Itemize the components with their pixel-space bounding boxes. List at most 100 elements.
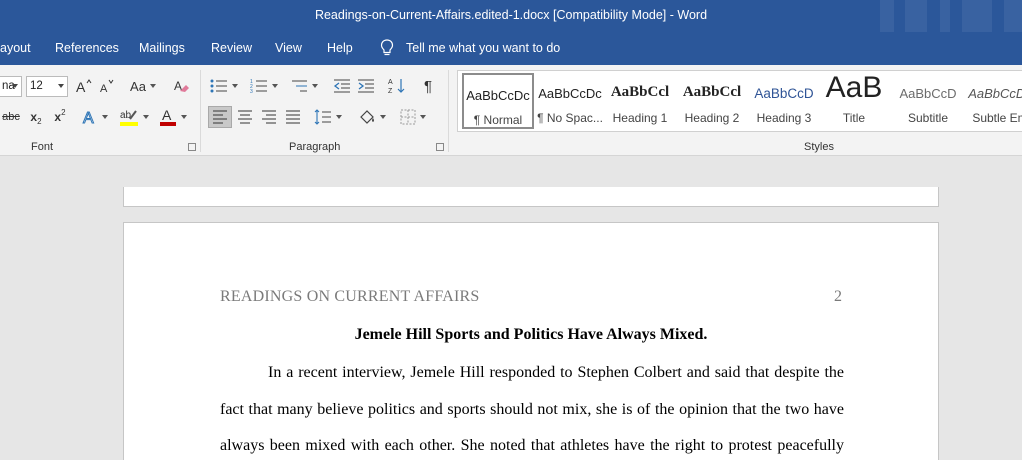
style-name: Heading 3 [756,111,812,125]
group-divider [200,70,201,152]
font-dialog-launcher-icon[interactable] [188,143,196,151]
style-sample: AaBbCcDc [968,86,1022,101]
style-heading-2[interactable]: AaBbCcl Heading 2 [676,73,748,129]
clear-formatting-button[interactable]: A [170,75,192,97]
window-title: Readings-on-Current-Affairs.edited-1.doc… [314,8,708,22]
tab-view[interactable]: View [275,41,302,55]
superscript-button[interactable]: x2 [50,106,70,128]
style-name: ¶ Normal [473,113,523,127]
document-title: Jemele Hill Sports and Politics Have Alw… [354,326,708,343]
numbering-button[interactable]: 123 [248,75,280,97]
shrink-font-button[interactable]: A [98,75,116,97]
styles-group-label: Styles [804,141,834,153]
chevron-down-icon [181,115,187,119]
font-size-value: 12 [30,80,43,92]
tell-me-search[interactable]: Tell me what you want to do [380,39,560,57]
ribbon-tabs: ayout References Mailings Review View He… [0,32,1022,65]
style-normal[interactable]: AaBbCcDc ¶ Normal [462,73,534,129]
sort-icon: AZ [388,79,405,95]
page-number: 2 [834,288,842,305]
font-color-button[interactable]: A [156,106,190,128]
document-page[interactable]: READINGS ON CURRENT AFFAIRS 2 Jemele Hil… [123,222,939,460]
svg-text:A: A [162,107,172,123]
justify-icon [286,110,300,124]
style-sample: AaBbCcl [682,84,742,100]
highlighter-icon: ab [120,110,138,126]
tab-review[interactable]: Review [211,41,252,55]
decrease-indent-icon [333,79,350,93]
align-right-button[interactable] [258,106,280,128]
svg-text:3: 3 [250,89,253,94]
align-left-icon [213,110,227,124]
tab-help[interactable]: Help [327,41,353,55]
style-name: Heading 1 [612,111,668,125]
highlight-color-button[interactable]: ab [116,106,152,128]
font-name-dropdown[interactable]: na [0,76,22,97]
paragraph-group-label: Paragraph [289,141,341,153]
align-left-button[interactable] [208,106,232,128]
pilcrow-icon: ¶ [423,77,433,95]
paragraph-line: In a recent interview, Jemele Hill respo… [268,364,844,381]
justify-button[interactable] [282,106,304,128]
grow-font-button[interactable]: A [74,75,94,97]
svg-text:A: A [76,79,86,94]
decrease-indent-button[interactable] [332,75,352,97]
text-effects-button[interactable]: A [80,106,110,128]
lightbulb-icon [380,39,394,56]
style-no-spacing[interactable]: AaBbCcDc ¶ No Spac... [534,73,606,129]
borders-icon [400,109,416,125]
numbered-list-icon: 123 [250,79,267,94]
style-subtle-emphasis[interactable]: AaBbCcDc Subtle Em [964,73,1022,129]
style-heading-3[interactable]: AaBbCcD Heading 3 [748,73,820,129]
svg-text:A: A [388,79,393,86]
align-center-button[interactable] [234,106,256,128]
chevron-down-icon [232,84,238,88]
tab-layout[interactable]: ayout [0,41,31,55]
style-title[interactable]: AaB Title [818,71,890,129]
font-size-dropdown[interactable]: 12 [26,76,68,97]
chevron-down-icon [272,84,278,88]
paragraph-line: fact that many believe politics and spor… [220,401,844,418]
title-bar: Readings-on-Current-Affairs.edited-1.doc… [0,0,1022,32]
chevron-down-icon [102,115,108,119]
change-case-button[interactable]: Aa [126,75,160,97]
paragraph-dialog-launcher-icon[interactable] [436,143,444,151]
style-sample: AaBbCcD [899,86,957,101]
bullet-list-icon [210,79,227,93]
group-divider [448,70,449,152]
superscript-mark: 2 [61,107,66,117]
subscript-button[interactable]: x2 [26,106,46,128]
style-subtitle[interactable]: AaBbCcD Subtitle [892,73,964,129]
clear-formatting-icon: A [174,79,189,93]
style-name: ¶ No Spac... [537,111,603,125]
sort-button[interactable]: AZ [386,75,408,97]
show-formatting-marks-button[interactable]: ¶ [418,75,438,97]
multilevel-list-icon [292,80,307,92]
text-effects-icon: A [83,110,95,127]
tab-references[interactable]: References [55,41,119,55]
borders-button[interactable] [396,106,430,128]
chevron-down-icon [420,115,426,119]
superscript-label: x [54,110,62,124]
tab-mailings[interactable]: Mailings [139,41,185,55]
shading-button[interactable] [356,106,388,128]
tell-me-text: Tell me what you want to do [406,41,561,55]
strikethrough-button[interactable]: abc [0,106,22,128]
paragraph-line: always been mixed with each other. She n… [220,437,844,454]
svg-text:A: A [83,110,94,126]
multilevel-list-button[interactable] [288,75,320,97]
increase-indent-button[interactable] [356,75,376,97]
style-name: Subtle Em [972,111,1022,125]
style-sample: AaBbCcDc [538,86,602,101]
styles-gallery: AaBbCcDc ¶ Normal AaBbCcDc ¶ No Spac... … [457,70,1022,132]
chevron-down-icon [12,84,18,88]
chevron-down-icon [312,84,318,88]
style-heading-1[interactable]: AaBbCcl Heading 1 [604,73,676,129]
bullets-button[interactable] [208,75,240,97]
increase-indent-icon [358,79,374,93]
style-name: Subtitle [907,111,949,125]
grow-font-icon: A [76,79,92,94]
line-spacing-button[interactable] [312,106,344,128]
style-sample: AaBbCcD [754,86,814,101]
align-right-icon [262,110,276,124]
